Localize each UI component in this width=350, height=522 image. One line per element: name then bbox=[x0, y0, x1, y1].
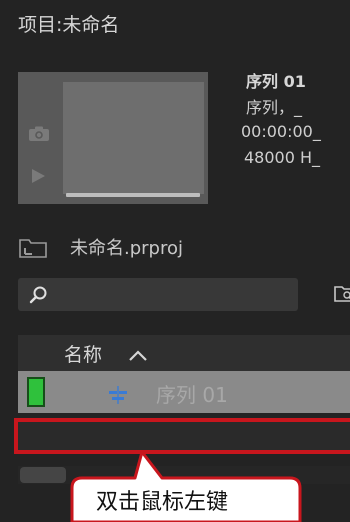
column-header-name[interactable]: 名称 bbox=[64, 340, 102, 367]
search-icon bbox=[29, 286, 47, 304]
camera-icon[interactable] bbox=[28, 126, 50, 142]
sequence-audio-rate: 48000 H_ bbox=[244, 148, 321, 167]
scrollbar-thumb[interactable] bbox=[20, 467, 66, 483]
project-file-name: 未命名.prproj bbox=[70, 238, 183, 259]
list-item-name: 序列 01 bbox=[156, 383, 228, 407]
sequence-type: 序列，_ bbox=[246, 98, 303, 117]
sequence-name: 序列 01 bbox=[246, 72, 306, 91]
horizontal-scrollbar[interactable] bbox=[18, 466, 350, 484]
label-color-swatch[interactable] bbox=[27, 377, 45, 407]
callout-text: 双击鼠标左键 bbox=[96, 490, 229, 515]
thumbnail-scrub-bar[interactable] bbox=[66, 193, 200, 197]
new-bin-folder-icon[interactable] bbox=[334, 284, 350, 302]
empty-list-row-highlight[interactable] bbox=[14, 418, 350, 454]
project-bin-icon bbox=[19, 239, 47, 258]
play-icon[interactable] bbox=[30, 168, 46, 184]
panel-title: 项目:未命名 bbox=[18, 14, 120, 36]
sort-ascending-icon[interactable] bbox=[128, 348, 148, 362]
sequence-thumbnail[interactable] bbox=[63, 82, 204, 194]
sequence-duration: 00:00:00_ bbox=[241, 122, 321, 141]
sequence-icon bbox=[109, 386, 127, 404]
search-input[interactable] bbox=[18, 278, 298, 311]
